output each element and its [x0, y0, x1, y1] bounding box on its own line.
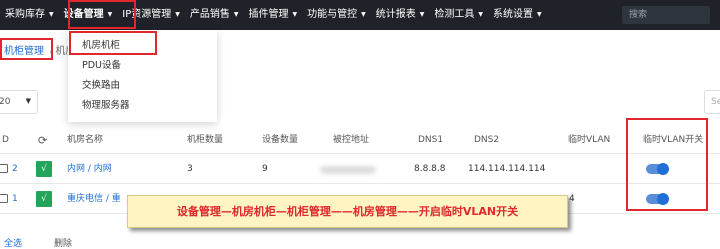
highlight-box-vlan-switch — [626, 118, 708, 211]
col-header-vlan[interactable]: 临时VLAN — [568, 131, 610, 149]
select-all-button[interactable]: 全选 — [4, 236, 22, 249]
menu-item-physical-server[interactable]: 物理服务器 — [68, 96, 217, 116]
chevron-down-icon: ▼ — [361, 11, 366, 18]
row-id[interactable]: 2 — [12, 161, 18, 177]
delete-button[interactable]: 删除 — [54, 236, 72, 249]
highlight-box-cabinet-item — [69, 31, 157, 55]
highlight-box-breadcrumb — [0, 38, 53, 60]
row-vlan: 4 — [569, 194, 575, 204]
redacted-ctrl-address — [320, 166, 376, 174]
nav-label: 统计报表 — [375, 9, 416, 20]
chevron-down-icon: ▼ — [175, 11, 180, 18]
highlight-box-device-menu — [68, 0, 136, 29]
nav-item-product-sales[interactable]: 产品销售 ▼ — [185, 0, 244, 30]
check-status-icon[interactable]: √ — [36, 161, 52, 177]
nav-item-tools[interactable]: 检测工具 ▼ — [429, 0, 488, 30]
col-header-dns2[interactable]: DNS2 — [474, 131, 499, 149]
instruction-callout: 设备管理—机房机柜—机柜管理——机房管理——开启临时VLAN开关 — [127, 195, 568, 228]
row-dns2: 114.114.114.114 — [468, 164, 546, 174]
chevron-down-icon: ▼ — [478, 11, 483, 18]
chevron-down-icon: ▼ — [49, 11, 54, 18]
col-header-dns1[interactable]: DNS1 — [418, 131, 443, 149]
col-header-ctrl-address[interactable]: 被控地址 — [333, 131, 369, 149]
chevron-down-icon: ▼ — [419, 11, 425, 18]
page-size-select[interactable]: 20 ▼ — [0, 90, 38, 114]
menu-item-pdu[interactable]: PDU设备 — [68, 56, 217, 76]
nav-item-functions[interactable]: 功能与管控 ▼ — [302, 0, 371, 30]
col-header-name[interactable]: 机房名称 — [67, 131, 103, 149]
col-header-cabinets[interactable]: 机柜数量 — [187, 131, 223, 149]
menu-item-switch-router[interactable]: 交换路由 — [68, 76, 217, 96]
nav-item-purchase[interactable]: 采购库存 ▼ — [0, 0, 59, 30]
row-cabinets: 3 — [187, 164, 193, 174]
nav-label: 功能与管控 — [307, 9, 358, 20]
table-search-input[interactable]: Se — [704, 90, 720, 114]
nav-item-plugins[interactable]: 插件管理 ▼ — [243, 0, 302, 30]
table-row: 2 √ 内网 / 内网 3 9 8.8.8.8 114.114.114.114 — [0, 154, 720, 184]
refresh-icon[interactable]: ⟳ — [38, 134, 47, 147]
nav-item-settings[interactable]: 系统设置 ▼ — [488, 0, 547, 30]
row-devices: 9 — [262, 164, 268, 174]
check-status-icon[interactable]: √ — [36, 191, 52, 207]
search-input[interactable] — [622, 6, 710, 24]
nav-label: 采购库存 — [5, 9, 45, 20]
row-dns1: 8.8.8.8 — [414, 164, 446, 174]
nav-label: 产品销售 — [189, 9, 230, 20]
row-name[interactable]: 内网 / 内网 — [67, 161, 112, 177]
caret-down-icon: ▼ — [25, 97, 31, 105]
row-checkbox[interactable] — [0, 164, 8, 173]
col-header-devices[interactable]: 设备数量 — [262, 131, 298, 149]
col-header-id[interactable]: D — [2, 131, 9, 149]
chevron-down-icon: ▼ — [233, 11, 239, 18]
chevron-down-icon: ▼ — [292, 11, 298, 18]
nav-label: 插件管理 — [248, 9, 289, 20]
nav-label: 系统设置 — [492, 9, 533, 20]
row-checkbox[interactable] — [0, 194, 8, 203]
nav-item-reports[interactable]: 统计报表 ▼ — [371, 0, 430, 30]
row-id[interactable]: 1 — [12, 191, 18, 207]
page-size-value: 20 — [0, 97, 11, 107]
chevron-down-icon: ▼ — [536, 11, 542, 18]
row-name[interactable]: 重庆电信 / 重 — [67, 191, 121, 207]
nav-label: 检测工具 — [434, 9, 475, 20]
